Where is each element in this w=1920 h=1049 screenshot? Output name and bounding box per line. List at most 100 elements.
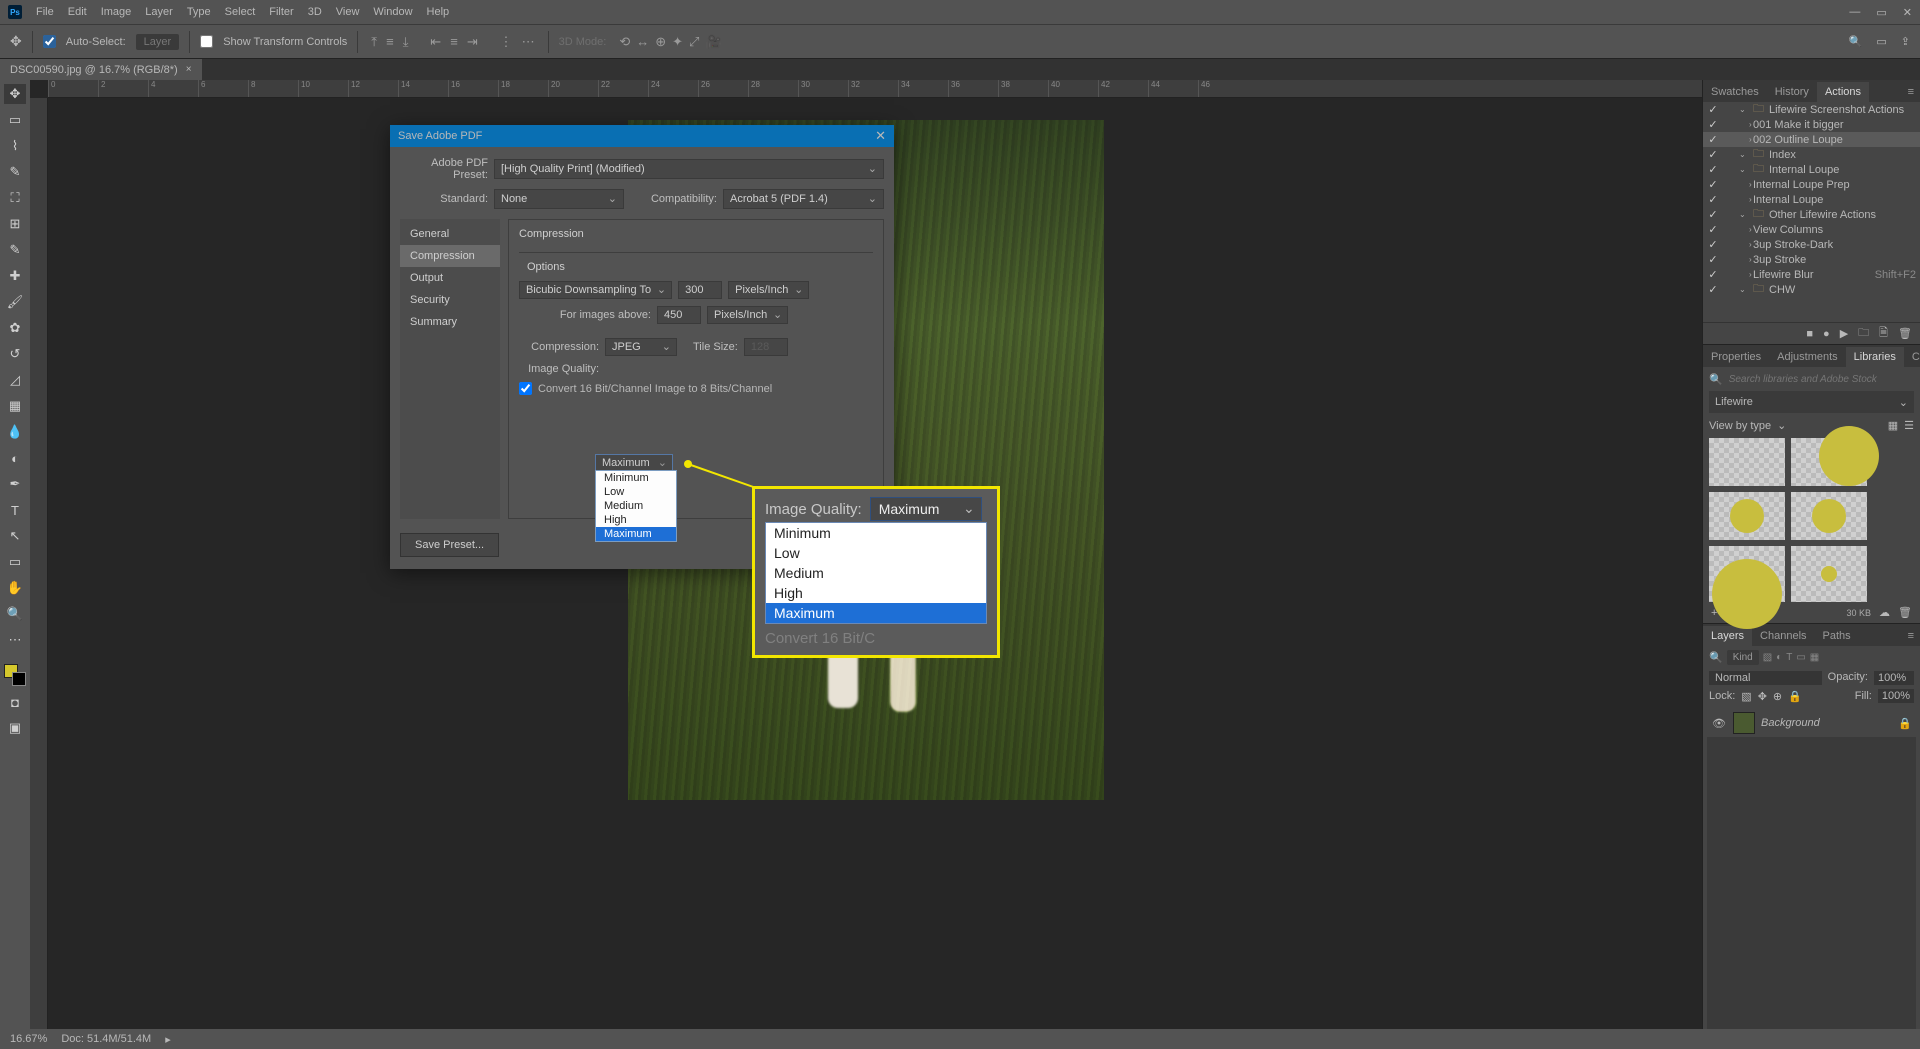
close-icon[interactable]: ✕ [1903, 6, 1912, 19]
filter-smart-icon[interactable]: ▦ [1810, 652, 1819, 663]
action-row[interactable]: ✓⌄🗀Lifewire Screenshot Actions [1703, 102, 1920, 117]
above-unit-dropdown[interactable]: Pixels/Inch [707, 306, 788, 324]
fill-value[interactable]: 100% [1878, 689, 1914, 703]
action-row[interactable]: ✓›3up Stroke-Dark [1703, 237, 1920, 252]
quick-select-tool[interactable]: ✎ [4, 162, 26, 182]
menu-image[interactable]: Image [101, 6, 132, 18]
auto-select-checkbox[interactable] [43, 35, 56, 48]
distribute-icon[interactable]: ⋮ [500, 34, 513, 49]
filter-shape-icon[interactable]: ▭ [1796, 652, 1805, 663]
eraser-tool[interactable]: ◿ [4, 370, 26, 390]
play-icon[interactable]: ▶ [1840, 327, 1848, 340]
action-row[interactable]: ✓›001 Make it bigger [1703, 117, 1920, 132]
blend-mode-dropdown[interactable]: Normal [1709, 671, 1822, 685]
auto-select-target[interactable]: Layer [136, 34, 180, 50]
new-set-icon[interactable]: 🗀 [1858, 324, 1869, 343]
tab-adjustments[interactable]: Adjustments [1769, 347, 1846, 367]
action-row[interactable]: ✓⌄🗀CHW [1703, 282, 1920, 297]
library-search-input[interactable] [1729, 374, 1914, 385]
minimize-icon[interactable]: — [1849, 6, 1860, 19]
tab-close-icon[interactable]: × [186, 64, 192, 75]
lib-item[interactable] [1791, 492, 1867, 540]
grid-view-icon[interactable]: ▦ [1888, 419, 1898, 432]
panel-menu-icon[interactable]: ≡ [1902, 626, 1920, 646]
downsample-unit-dropdown[interactable]: Pixels/Inch [728, 281, 809, 299]
action-row[interactable]: ✓⌄🗀Internal Loupe [1703, 162, 1920, 177]
tab-paths[interactable]: Paths [1815, 626, 1859, 646]
tab-actions[interactable]: Actions [1817, 82, 1869, 102]
opacity-value[interactable]: 100% [1874, 671, 1914, 685]
workspace-icon[interactable]: ▭ [1876, 35, 1886, 48]
layer-row[interactable]: 👁 Background 🔒 [1707, 709, 1916, 737]
gradient-tool[interactable]: ▦ [4, 396, 26, 416]
action-row[interactable]: ✓›002 Outline Loupe [1703, 132, 1920, 147]
align-vcenter-icon[interactable]: ≡ [386, 34, 394, 49]
color-swatch[interactable] [4, 664, 26, 686]
screen-mode-icon[interactable]: ▣ [4, 718, 26, 738]
align-icons[interactable]: ⤒ ≡ ⤓ ⇤ ≡ ⇥ ⋮ ⋯ [368, 34, 537, 50]
loupe-iq-dropdown[interactable]: Maximum [870, 497, 982, 521]
tab-layers[interactable]: Layers [1703, 626, 1752, 646]
document-tab[interactable]: DSC00590.jpg @ 16.7% (RGB/8*) × [0, 59, 202, 80]
lib-item[interactable] [1709, 492, 1785, 540]
action-row[interactable]: ✓⌄🗀Other Lifewire Actions [1703, 207, 1920, 222]
align-hcenter-icon[interactable]: ≡ [450, 34, 458, 49]
menu-view[interactable]: View [336, 6, 360, 18]
dialog-nav-item[interactable]: Summary [400, 311, 500, 333]
loupe-iq-option[interactable]: High [766, 583, 986, 603]
tab-swatches[interactable]: Swatches [1703, 82, 1767, 102]
share-icon[interactable]: ⇪ [1901, 35, 1910, 48]
crop-tool[interactable]: ⛶ [4, 188, 26, 208]
new-action-icon[interactable]: 🗎 [1879, 324, 1888, 343]
menu-layer[interactable]: Layer [145, 6, 173, 18]
pdf-preset-dropdown[interactable]: [High Quality Print] (Modified) [494, 159, 884, 179]
tab-color[interactable]: Color [1904, 347, 1920, 367]
action-row[interactable]: ✓›Internal Loupe [1703, 192, 1920, 207]
lib-item[interactable] [1709, 546, 1785, 602]
action-row[interactable]: ✓›3up Stroke [1703, 252, 1920, 267]
filter-pixel-icon[interactable]: ▧ [1763, 652, 1772, 663]
ruler-horizontal[interactable]: 024681012 14161820222426 28303234363840 … [48, 80, 1702, 98]
action-row[interactable]: ✓›Internal Loupe Prep [1703, 177, 1920, 192]
downsample-method-dropdown[interactable]: Bicubic Downsampling To [519, 281, 672, 299]
stop-icon[interactable]: ■ [1806, 328, 1813, 340]
menu-type[interactable]: Type [187, 6, 211, 18]
align-bottom-icon[interactable]: ⤓ [403, 34, 409, 49]
dialog-close-icon[interactable]: ✕ [875, 128, 886, 144]
panel-menu-icon[interactable]: ≡ [1902, 82, 1920, 102]
lock-all-icon[interactable]: 🔒 [1788, 690, 1802, 703]
tools-more-icon[interactable]: ⋯ [4, 630, 26, 650]
tab-channels[interactable]: Channels [1752, 626, 1814, 646]
history-brush-tool[interactable]: ↺ [4, 344, 26, 364]
frame-tool[interactable]: ⊞ [4, 214, 26, 234]
loupe-iq-options[interactable]: MinimumLowMediumHighMaximum [765, 522, 987, 624]
tab-history[interactable]: History [1767, 82, 1817, 102]
library-dropdown[interactable]: Lifewire⌄ [1709, 391, 1914, 413]
move-tool[interactable]: ✥ [4, 84, 26, 104]
lock-pixels-icon[interactable]: ▧ [1741, 690, 1751, 703]
image-quality-option[interactable]: High [596, 513, 676, 527]
dialog-titlebar[interactable]: Save Adobe PDF ✕ [390, 125, 894, 147]
doc-size[interactable]: Doc: 51.4M/51.4M [61, 1033, 151, 1045]
restore-icon[interactable]: ▭ [1876, 6, 1886, 19]
lock-nested-icon[interactable]: ⊕ [1773, 690, 1782, 703]
image-quality-options[interactable]: MinimumLowMediumHighMaximum [595, 470, 677, 542]
actions-list[interactable]: ✓⌄🗀Lifewire Screenshot Actions✓›001 Make… [1703, 102, 1920, 322]
path-select-tool[interactable]: ↖ [4, 526, 26, 546]
filter-adjust-icon[interactable]: ◐ [1776, 652, 1782, 663]
trash-icon[interactable]: 🗑 [1898, 327, 1912, 340]
search-icon[interactable]: 🔍 [1849, 35, 1863, 48]
filter-type-icon[interactable]: T [1786, 652, 1792, 663]
dodge-tool[interactable]: ◐ [4, 448, 26, 468]
blur-tool[interactable]: 💧 [4, 422, 26, 442]
align-right-icon[interactable]: ⇥ [467, 34, 478, 49]
tab-libraries[interactable]: Libraries [1846, 347, 1904, 367]
image-quality-option[interactable]: Low [596, 485, 676, 499]
ruler-vertical[interactable] [30, 98, 48, 1029]
quick-mask-icon[interactable]: ◘ [4, 692, 26, 712]
hand-tool[interactable]: ✋ [4, 578, 26, 598]
image-quality-option[interactable]: Minimum [596, 471, 676, 485]
menu-window[interactable]: Window [373, 6, 412, 18]
compression-dropdown[interactable]: JPEG [605, 338, 677, 356]
type-tool[interactable]: T [4, 500, 26, 520]
